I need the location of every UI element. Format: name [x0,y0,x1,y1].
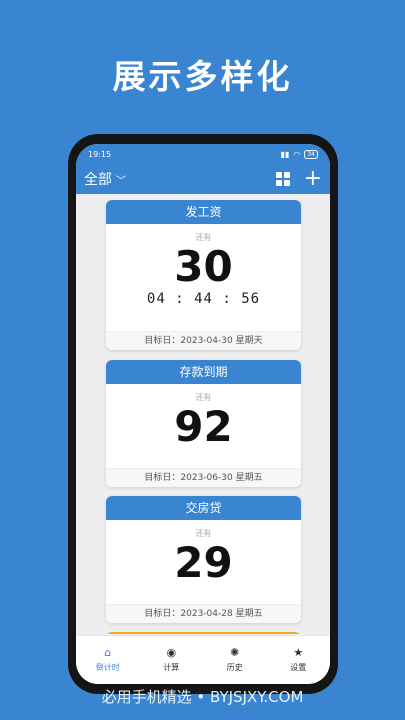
nav-calculate[interactable]: ◉ 计算 [140,636,204,684]
card-target-date: 目标日：2023-06-30 星期五 [106,468,301,487]
headline: 展示多样化 [112,57,293,96]
compass-icon: ◉ [166,646,177,659]
filter-dropdown[interactable]: 全部 ﹀ [84,169,126,189]
card-days: 29 [174,538,233,587]
card-target-date: 目标日：2023-04-28 星期五 [106,604,301,623]
card-time: 04 : 44 : 56 [146,291,261,307]
nav-countdown[interactable]: ⌂ 倒计时 [76,636,140,684]
countdown-card-peek[interactable] [106,632,301,634]
aperture-icon: ✺ [230,646,240,659]
card-title: 交房贷 [106,496,301,520]
nav-label: 设置 [290,663,307,672]
wifi-icon: ◠ [293,149,301,159]
star-icon: ★ [293,646,304,659]
add-icon[interactable]: + [304,168,322,190]
countdown-card[interactable]: 发工资 还有 30 04 : 44 : 56 目标日：2023-04-30 星期… [106,200,301,350]
nav-label: 历史 [226,663,243,672]
countdown-card[interactable]: 存款到期 还有 92 目标日：2023-06-30 星期五 [106,360,301,487]
app-screen: 19:15 ▮▮ ◠ 34 全部 ﹀ + 发工资 还有 30 04: 44:… [76,144,330,684]
nav-label: 倒计时 [95,663,120,672]
countdown-card[interactable]: 交房贷 还有 29 目标日：2023-04-28 星期五 [106,496,301,623]
grid-view-icon[interactable] [275,172,290,186]
countdown-list: 发工资 还有 30 04 : 44 : 56 目标日：2023-04-30 星期… [76,200,330,634]
card-days: 30 [174,242,233,291]
chevron-down-icon: ﹀ [116,175,126,187]
nav-label: 计算 [163,663,180,672]
home-icon: ⌂ [104,646,112,659]
status-time: 19:15 [88,149,112,159]
nav-history[interactable]: ✺ 历史 [203,636,267,684]
signal-icon: ▮▮ [280,149,290,159]
phone-frame: 19:15 ▮▮ ◠ 34 全部 ﹀ + 发工资 还有 30 04: 44:… [68,134,338,694]
bottom-nav: ⌂ 倒计时 ◉ 计算 ✺ 历史 ★ 设置 [76,635,330,684]
card-days: 92 [174,402,233,451]
filter-label: 全部 [84,172,112,188]
card-title: 存款到期 [106,360,301,384]
watermark: 必用手机精选 • BYJSJXY.COM [101,688,304,706]
status-bar: 19:15 ▮▮ ◠ 34 [76,144,330,164]
card-target-date: 目标日：2023-04-30 星期天 [106,331,301,350]
app-bar: 全部 ﹀ + [76,164,330,194]
battery-icon: 34 [304,149,318,159]
card-title: 发工资 [106,200,301,224]
nav-settings[interactable]: ★ 设置 [267,636,331,684]
